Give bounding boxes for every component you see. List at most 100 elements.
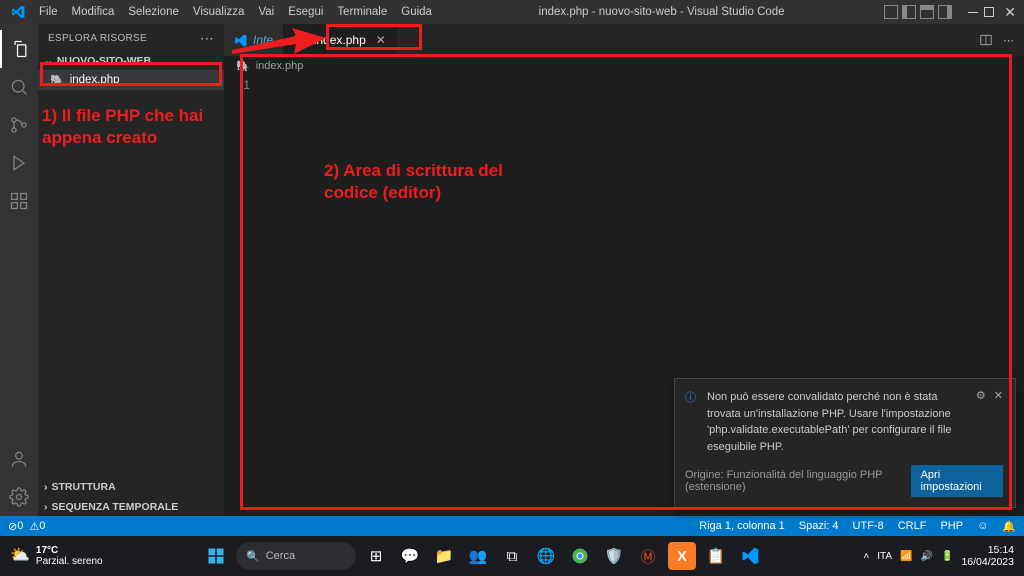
task-view-icon[interactable]: ⊞ [362,542,390,570]
tab-label: index.php [314,33,366,47]
app-icon[interactable]: 🛡️ [600,542,628,570]
outline-label: STRUTTURA [52,481,116,493]
feedback-icon[interactable]: ☺ [977,520,988,532]
edge-icon[interactable]: 🌐 [532,542,560,570]
search-icon: 🔍 [246,550,260,563]
notification-toast: ⓘ Non può essere convalidato perché non … [674,378,1016,508]
layout-icon[interactable] [884,5,898,19]
menu-help[interactable]: Guida [394,0,439,24]
clock[interactable]: 15:14 16/04/2023 [961,544,1014,568]
encoding-status[interactable]: UTF-8 [853,520,884,532]
wifi-icon[interactable]: 📶 [900,551,912,562]
indent-status[interactable]: Spazi: 4 [799,520,839,532]
temperature: 17°C [36,545,103,556]
xampp-icon[interactable]: X [668,542,696,570]
status-bar: ⊘ 0 ⚠ 0 Riga 1, colonna 1 Spazi: 4 UTF-8… [0,516,1024,536]
line-number: 1 [224,76,250,94]
explorer-icon[interactable]: 📁 [430,542,458,570]
open-settings-button[interactable]: Apri impostazioni [911,465,1003,497]
notifications-icon[interactable]: 🔔 [1002,520,1016,533]
volume-icon[interactable]: 🔊 [921,551,933,562]
app-icon[interactable]: Ⓜ [634,542,662,570]
warning-count: 0 [39,520,45,532]
extensions-icon[interactable] [0,182,38,220]
editor-region: Inte 🐘 index.php ✕ ⋯ 🐘 index.php 1 [224,24,1024,516]
sidebar-header: ESPLORA RISORSE ⋯ [38,24,224,52]
line-gutter: 1 [224,76,262,516]
layout-icon[interactable] [902,5,916,19]
chevron-right-icon: › [44,501,48,513]
menu-terminal[interactable]: Terminale [330,0,394,24]
notification-message: Non può essere convalidato perché non è … [707,389,968,455]
file-row-index-php[interactable]: 🐘 index.php [38,70,224,90]
tray-chevron-icon[interactable]: ˄ [863,551,869,562]
gear-icon[interactable]: ⚙ [976,389,986,455]
tab-inactive[interactable]: Inte [224,24,284,56]
activity-bar [0,24,38,516]
menu-bar: File Modifica Selezione Visualizza Vai E… [32,0,439,24]
layout-icon[interactable] [920,5,934,19]
search-placeholder: Cerca [266,550,295,562]
start-button[interactable] [202,542,230,570]
timeline-label: SEQUENZA TEMPORALE [52,501,179,513]
maximize-icon[interactable] [984,7,994,17]
close-icon[interactable]: ✕ [1000,5,1020,19]
vscode-logo-icon [234,34,247,47]
breadcrumb[interactable]: 🐘 index.php [224,56,1024,76]
php-file-icon: 🐘 [294,34,308,47]
explorer-sidebar: ESPLORA RISORSE ⋯ ⌄ NUOVO-SITO-WEB 🐘 ind… [38,24,224,516]
taskbar-search[interactable]: 🔍 Cerca [236,542,356,570]
layout-icon[interactable] [938,5,952,19]
more-icon[interactable]: ⋯ [1003,34,1014,47]
vscode-logo-icon [10,4,26,20]
error-count: 0 [17,520,23,532]
search-icon[interactable] [0,68,38,106]
editor-tabs: Inte 🐘 index.php ✕ ⋯ [224,24,1024,56]
weather-widget[interactable]: ⛅ 17°C Parzial. sereno [10,545,103,567]
settings-icon[interactable] [0,478,38,516]
menu-view[interactable]: Visualizza [186,0,252,24]
app-icon[interactable]: 📋 [702,542,730,570]
cursor-position[interactable]: Riga 1, colonna 1 [699,520,785,532]
language-status[interactable]: PHP [940,520,963,532]
window-title: index.php - nuovo-sito-web - Visual Stud… [439,6,884,18]
menu-edit[interactable]: Modifica [65,0,122,24]
more-icon[interactable]: ⋯ [200,30,214,47]
sidebar-title: ESPLORA RISORSE [48,33,147,44]
warnings-status[interactable]: ⚠ 0 [29,520,45,533]
minimize-icon[interactable] [968,12,978,13]
titlebar: File Modifica Selezione Visualizza Vai E… [0,0,1024,24]
notification-source: Origine: Funzionalità del linguaggio PHP… [685,469,911,493]
run-debug-icon[interactable] [0,144,38,182]
chevron-down-icon: ⌄ [44,55,53,67]
menu-selection[interactable]: Selezione [121,0,186,24]
timeline-section[interactable]: › SEQUENZA TEMPORALE [38,496,224,516]
chrome-icon[interactable] [566,542,594,570]
chat-icon[interactable]: 💬 [396,542,424,570]
file-name: index.php [70,74,120,86]
menu-go[interactable]: Vai [251,0,281,24]
explorer-icon[interactable] [0,30,38,68]
php-file-icon: 🐘 [236,60,250,73]
breadcrumb-label: index.php [256,60,304,72]
menu-file[interactable]: File [32,0,65,24]
menu-run[interactable]: Esegui [281,0,330,24]
close-icon[interactable]: ✕ [994,389,1003,455]
vscode-icon[interactable] [736,542,764,570]
tab-index-php[interactable]: 🐘 index.php ✕ [284,24,397,56]
tab-label: Inte [253,33,273,47]
chevron-right-icon: › [44,481,48,493]
split-editor-icon[interactable] [979,33,993,47]
folder-name: NUOVO-SITO-WEB [57,55,151,67]
language-indicator[interactable]: ITA [877,551,892,562]
close-tab-icon[interactable]: ✕ [376,33,386,47]
account-icon[interactable] [0,440,38,478]
outline-section[interactable]: › STRUTTURA [38,476,224,496]
teams-icon[interactable]: 👥 [464,542,492,570]
errors-status[interactable]: ⊘ 0 [8,520,23,533]
eol-status[interactable]: CRLF [898,520,927,532]
source-control-icon[interactable] [0,106,38,144]
terminal-icon[interactable]: ⧉ [498,542,526,570]
folder-row[interactable]: ⌄ NUOVO-SITO-WEB [38,52,224,70]
battery-icon[interactable]: 🔋 [941,551,953,562]
